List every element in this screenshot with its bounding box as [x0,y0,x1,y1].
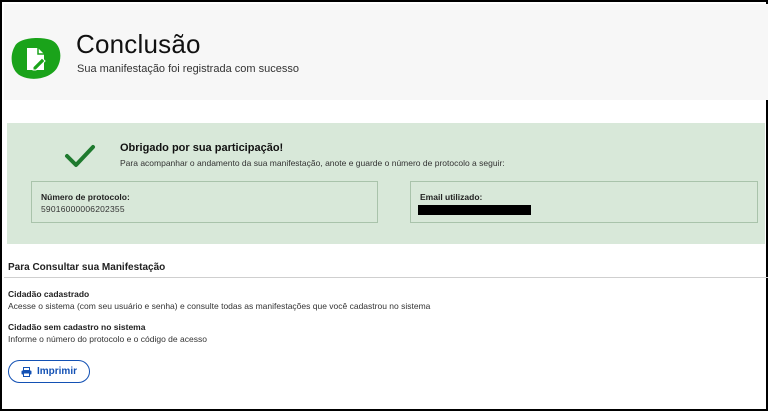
email-box: Email utilizado: [410,181,758,223]
section-divider [4,277,768,278]
printer-icon [21,366,32,377]
redacted-email [418,205,531,215]
success-panel: Obrigado por sua participação! Para acom… [7,123,765,244]
page-frame: Conclusão Sua manifestação foi registrad… [0,0,768,411]
consult-item-text: Informe o número do protocolo e o código… [8,334,207,344]
document-edit-icon [11,38,61,79]
protocol-box: Número de protocolo: 59016000006202355 [31,181,378,223]
checkmark-icon [65,145,95,167]
consult-item-title: Cidadão sem cadastro no sistema [8,322,146,332]
consult-item-title: Cidadão cadastrado [8,289,90,299]
protocol-label: Número de protocolo: [41,192,130,202]
page-header: Conclusão Sua manifestação foi registrad… [4,4,768,100]
page-subtitle: Sua manifestação foi registrada com suce… [77,63,299,75]
print-button[interactable]: Imprimir [8,360,90,383]
success-text: Para acompanhar o andamento da sua manif… [120,158,505,168]
success-title: Obrigado por sua participação! [120,142,284,154]
email-label: Email utilizado: [420,192,483,202]
consult-section-title: Para Consultar sua Manifestação [8,262,166,273]
page-title: Conclusão [76,29,201,59]
print-button-label: Imprimir [36,366,77,377]
protocol-number[interactable]: 59016000006202355 [41,204,125,214]
consult-item-text: Acesse o sistema (com seu usuário e senh… [8,301,431,311]
